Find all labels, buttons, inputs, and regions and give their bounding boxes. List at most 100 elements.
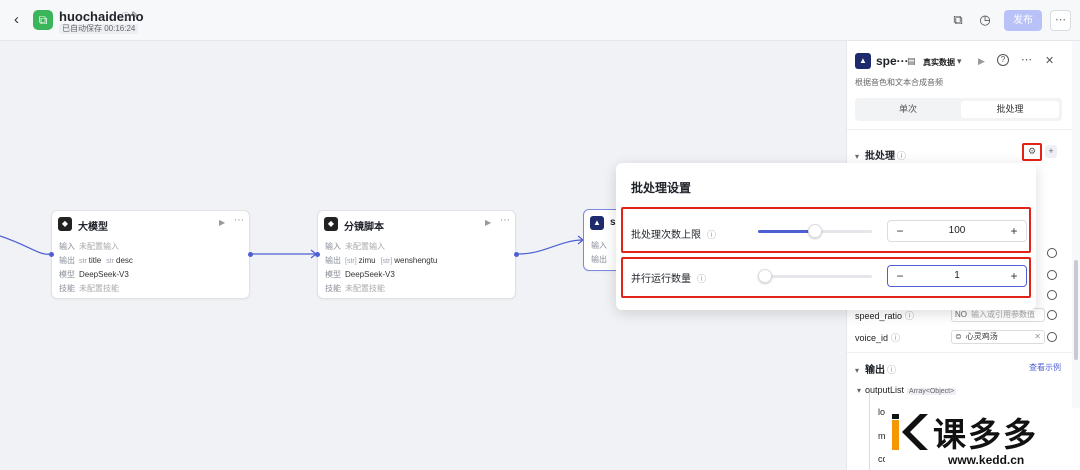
top-bar: ‹ ⧉ huochaidemo ⓘ ✎ 已自动保存 00:16:24 ⧉ ◷ 发… bbox=[0, 0, 1080, 41]
increment-button[interactable]: + bbox=[1006, 269, 1022, 283]
node-title: 大模型 bbox=[78, 222, 108, 233]
node-model-row: 模型 DeepSeek-V3 bbox=[325, 270, 395, 279]
node-output-row: 输出 bbox=[591, 255, 607, 264]
panel-scrollbar-thumb[interactable] bbox=[1074, 260, 1078, 360]
history-icon[interactable]: ◷ bbox=[977, 12, 993, 28]
reference-clock-icon[interactable] bbox=[1047, 290, 1057, 300]
node-title: 分镜脚本 bbox=[344, 222, 384, 233]
node-storyboard[interactable]: ◆ 分镜脚本 ▶ ⋯ 输入 未配置输入 输出 [str] zimu [str] wensh… bbox=[317, 210, 516, 299]
reference-clock-icon[interactable] bbox=[1047, 310, 1057, 320]
run-mode-tabs: 单次 批处理 bbox=[855, 98, 1062, 121]
chevron-down-icon: ▾ bbox=[855, 366, 860, 375]
copy-icon[interactable]: ⧉ bbox=[950, 12, 966, 28]
speech-icon: ▲ bbox=[590, 216, 604, 230]
node-storyboard-out-port[interactable] bbox=[514, 252, 519, 257]
autosave-status: 已自动保存 00:16:24 bbox=[59, 24, 139, 34]
batch-settings-gear-icon[interactable]: ⚙ bbox=[1022, 143, 1042, 161]
publish-button[interactable]: 发布 bbox=[1004, 10, 1042, 31]
batch-limit-label: 批处理次数上限 ⓘ bbox=[631, 230, 717, 241]
batch-limit-slider[interactable] bbox=[758, 224, 872, 238]
node-skill-row: 技能 未配置技能 bbox=[325, 284, 385, 293]
field-voice-id-label: voice_id ⓘ bbox=[855, 333, 901, 343]
divider bbox=[847, 352, 1073, 353]
node-output-row: 输出 str title str desc bbox=[59, 256, 133, 265]
close-icon[interactable]: ✕ bbox=[1045, 54, 1054, 67]
watermark: 课多多 www.kedd.cn bbox=[885, 408, 1080, 470]
node-input-row: 输入 未配置输入 bbox=[325, 242, 385, 251]
slider-handle[interactable] bbox=[808, 224, 822, 238]
run-icon[interactable]: ▶ bbox=[978, 56, 985, 67]
speed-ratio-input[interactable]: NO 输入或引用参数值 bbox=[951, 308, 1045, 322]
view-example-link[interactable]: 查看示例 bbox=[1029, 362, 1061, 373]
reference-clock-icon[interactable] bbox=[1047, 270, 1057, 280]
info-icon: ⓘ bbox=[707, 230, 717, 240]
batch-section-header[interactable]: ▾ 批处理 ⓘ bbox=[855, 147, 906, 162]
divider bbox=[847, 129, 1073, 130]
node-storyboard-in-port[interactable] bbox=[315, 252, 320, 257]
node-llm[interactable]: ◆ 大模型 ▶ ⋯ 输入 未配置输入 输出 str title str desc 模型 De… bbox=[51, 210, 250, 299]
output-section-header[interactable]: ▾ 输出 ⓘ bbox=[855, 361, 896, 376]
more-icon[interactable]: ⋯ bbox=[1021, 53, 1032, 66]
batch-limit-stepper[interactable]: − 100 + bbox=[887, 220, 1027, 242]
run-icon[interactable]: ▶ bbox=[219, 218, 225, 227]
batch-settings-popup: 批处理设置 批处理次数上限 ⓘ − 100 + 并行运行数量 ⓘ − 1 + bbox=[616, 163, 1036, 310]
number-type-badge: NO bbox=[955, 310, 967, 319]
node-model-row: 模型 DeepSeek-V3 bbox=[59, 270, 129, 279]
field-speed-ratio-label: speed_ratio ⓘ bbox=[855, 311, 915, 321]
link-2-3 bbox=[517, 239, 584, 255]
doc-icon[interactable]: ▤ bbox=[907, 56, 916, 67]
speech-icon: ▲ bbox=[855, 53, 871, 69]
info-icon[interactable]: ⓘ bbox=[121, 10, 130, 23]
reference-clock-icon[interactable] bbox=[1047, 332, 1057, 342]
increment-button[interactable]: + bbox=[1006, 224, 1022, 238]
more-button[interactable]: ⋯ bbox=[1050, 10, 1071, 31]
node-input-row: 输入 未配置输入 bbox=[59, 242, 119, 251]
node-skill-row: 技能 未配置技能 bbox=[59, 284, 119, 293]
clear-icon: ✕ bbox=[1034, 332, 1041, 341]
parallel-count-slider[interactable] bbox=[758, 269, 872, 283]
panel-scrollbar[interactable] bbox=[1072, 41, 1080, 470]
watermark-url: www.kedd.cn bbox=[948, 453, 1025, 467]
watermark-text: 课多多 bbox=[933, 415, 1038, 454]
node-more-icon[interactable]: ⋯ bbox=[234, 215, 244, 226]
edit-icon[interactable]: ✎ bbox=[131, 10, 139, 21]
node-output-row: 输出 [str] zimu [str] wenshengtu bbox=[325, 256, 438, 265]
voice-type-icon: ⊜ bbox=[955, 332, 962, 341]
chevron-down-icon: ▾ bbox=[855, 152, 860, 161]
slider-handle[interactable] bbox=[758, 269, 772, 283]
info-icon: ⓘ bbox=[887, 365, 897, 375]
node-llm-in-port[interactable] bbox=[49, 252, 54, 257]
run-icon[interactable]: ▶ bbox=[485, 218, 491, 227]
info-icon: ⓘ bbox=[905, 311, 915, 321]
add-batch-button[interactable]: + bbox=[1045, 145, 1057, 158]
parallel-count-label: 并行运行数量 ⓘ bbox=[631, 274, 707, 285]
model-icon: ◆ bbox=[58, 217, 72, 231]
batch-limit-value[interactable]: 100 bbox=[910, 225, 1004, 236]
parallel-count-stepper[interactable]: − 1 + bbox=[887, 265, 1027, 287]
tab-single[interactable]: 单次 bbox=[859, 101, 957, 118]
tab-batch[interactable]: 批处理 bbox=[961, 101, 1059, 118]
popup-title: 批处理设置 bbox=[631, 181, 692, 195]
reference-clock-icon[interactable] bbox=[1047, 248, 1057, 258]
node-llm-out-port[interactable] bbox=[248, 252, 253, 257]
data-mode-select[interactable]: 真实数据 bbox=[923, 57, 955, 68]
node-input-row: 输入 bbox=[591, 241, 607, 250]
panel-description: 根据音色和文本合成音频 bbox=[855, 78, 943, 87]
info-icon: ⓘ bbox=[891, 333, 901, 343]
app-logo-icon: ⧉ bbox=[33, 10, 53, 30]
help-icon[interactable]: ? bbox=[997, 54, 1009, 66]
parallel-count-value[interactable]: 1 bbox=[910, 270, 1004, 281]
decrement-button[interactable]: − bbox=[892, 269, 908, 283]
chevron-down-icon[interactable]: ▾ bbox=[957, 56, 962, 67]
info-icon: ⓘ bbox=[897, 151, 907, 161]
output-tree-root[interactable]: ▾ outputList Array<Object> bbox=[857, 385, 957, 395]
decrement-button[interactable]: − bbox=[892, 224, 908, 238]
info-icon: ⓘ bbox=[697, 274, 707, 284]
link-in bbox=[0, 235, 51, 255]
node-more-icon[interactable]: ⋯ bbox=[500, 215, 510, 226]
back-icon[interactable]: ‹ bbox=[14, 11, 19, 28]
voice-id-select[interactable]: ⊜ 心灵鸡汤 ✕ bbox=[951, 330, 1045, 344]
slider-fill bbox=[758, 230, 815, 233]
watermark-logo-icon bbox=[892, 414, 928, 450]
panel-title[interactable]: spe··· bbox=[876, 54, 909, 68]
